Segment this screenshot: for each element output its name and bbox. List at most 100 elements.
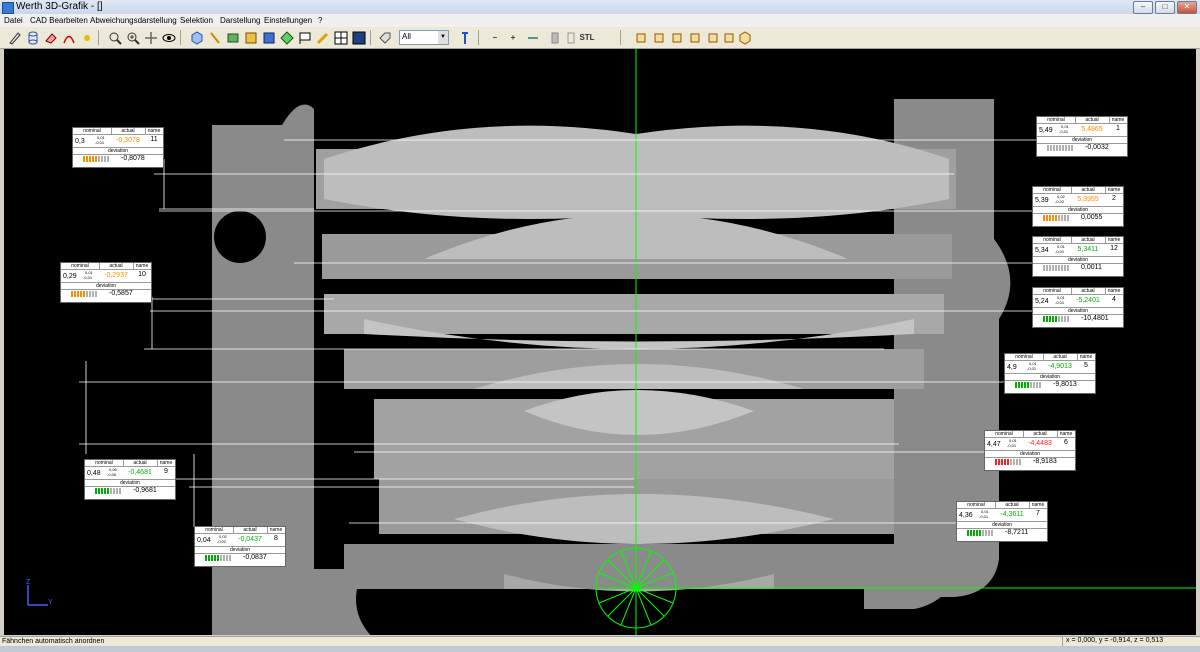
deviation-header: deviation (73, 147, 163, 155)
brush-icon[interactable] (314, 29, 332, 47)
deviation-bar-segment (973, 530, 975, 536)
annotation-flag-1[interactable]: nominal actual name 5,49 0,01 -0,01 5,4865 1 dev… (1036, 116, 1128, 157)
deviation-bar (1043, 215, 1071, 221)
view-top-icon[interactable] (650, 29, 668, 47)
eraser-icon[interactable] (42, 29, 60, 47)
cylinder-icon[interactable] (24, 29, 42, 47)
deviation-bar-segment (1064, 215, 1066, 221)
block-icon[interactable] (242, 29, 260, 47)
deviation-bar-segment (205, 555, 207, 561)
deviation-bar-segment (1043, 316, 1045, 322)
tolerance-minus: -0,01 (1007, 443, 1017, 448)
diamond-icon[interactable] (278, 29, 296, 47)
nominal-value: 0,29 (63, 273, 77, 280)
annotation-flag-11[interactable]: nominal actual name 0,3 0,01 -0,01 -0,3078 11 de… (72, 127, 164, 168)
deviation-bar-segment (1010, 459, 1012, 465)
name-value: 5 (1084, 362, 1088, 369)
tolerance-minus: -0,02 (1055, 199, 1065, 204)
menu-cad-bearbeiten[interactable]: CAD Bearbeiten (30, 16, 88, 25)
pencil-icon[interactable] (6, 29, 24, 47)
menu-help[interactable]: ? (318, 16, 322, 25)
annotation-flag-8[interactable]: nominal actual name 0,04 0,02 -0,02 -0,0437 8 de… (194, 526, 286, 567)
tolerance-minus: -0,01 (979, 514, 989, 519)
actual-value: -0,2937 (104, 272, 128, 279)
annotation-flag-4[interactable]: nominal actual name 5,24 0,01 -0,01 -5,2401 4 de… (1032, 287, 1124, 328)
nominal-value: 4,47 (987, 441, 1001, 448)
deviation-bar-segment (1067, 316, 1069, 322)
close-button[interactable]: ✕ (1177, 1, 1197, 14)
nominal-value: 5,39 (1035, 197, 1049, 204)
arc-icon[interactable] (60, 29, 78, 47)
nominal-value: 0,48 (87, 470, 101, 477)
view-back-icon[interactable] (686, 29, 704, 47)
annotation-flag-9[interactable]: nominal actual name 0,48 0,06 -0,06 -0,4681 9 de… (84, 459, 176, 500)
zoom-icon[interactable] (124, 29, 142, 47)
menu-einstellungen[interactable]: Einstellungen (264, 16, 312, 25)
image-icon[interactable] (350, 29, 368, 47)
deviation-bar-segment (217, 555, 219, 561)
cube-view-icon[interactable] (188, 29, 206, 47)
annotation-flag-5[interactable]: nominal actual name 4,9 0,01 -0,01 -4,9013 5 dev… (1004, 353, 1096, 394)
deviation-value: -10,4801 (1081, 315, 1109, 322)
menu-selektion[interactable]: Selektion (180, 16, 213, 25)
nominal-header: nominal (73, 128, 112, 135)
deviation-bar-segment (998, 459, 1000, 465)
deviation-bar-segment (1043, 215, 1045, 221)
deviation-bar-segment (982, 530, 984, 536)
tag-icon[interactable] (376, 29, 394, 47)
minus-button[interactable]: – (486, 29, 504, 47)
deviation-bar-segment (101, 488, 103, 494)
deviation-bar-segment (1046, 215, 1048, 221)
deviation-bar-segment (995, 459, 997, 465)
minimize-button[interactable]: – (1133, 1, 1153, 14)
point-icon[interactable] (78, 29, 96, 47)
deviation-bar-segment (116, 488, 118, 494)
section-icon[interactable] (260, 29, 278, 47)
measure-icon[interactable] (224, 29, 242, 47)
annotation-flag-12[interactable]: nominal actual name 5,34 0,01 -0,01 5,3411 12 de… (1032, 236, 1124, 277)
name-header: name (1057, 431, 1075, 438)
stl-button[interactable]: STL (578, 29, 596, 47)
arrows-icon[interactable] (524, 29, 542, 47)
menu-abweichungsdarstellung[interactable]: Abweichungsdarstellung (90, 16, 177, 25)
name-value: 1 (1116, 125, 1120, 132)
name-header: name (1077, 354, 1095, 361)
probe-icon[interactable] (206, 29, 224, 47)
deviation-bar-segment (1058, 265, 1060, 271)
flag-icon[interactable] (296, 29, 314, 47)
3d-viewport[interactable]: Z Y nominal actual name 0,3 0,01 -0,01 -0,3078… (4, 49, 1196, 635)
pin-icon[interactable] (456, 29, 474, 47)
actual-value: -5,2401 (1076, 297, 1100, 304)
deviation-bar-segment (1056, 145, 1058, 151)
menu-darstellung[interactable]: Darstellung (220, 16, 260, 25)
pan-icon[interactable] (142, 29, 160, 47)
eye-icon[interactable] (160, 29, 178, 47)
deviation-bar-segment (229, 555, 231, 561)
plus-button[interactable]: + (504, 29, 522, 47)
maximize-button[interactable]: □ (1155, 1, 1175, 14)
deviation-bar-segment (220, 555, 222, 561)
menu-datei[interactable]: Datei (4, 16, 23, 25)
grid-icon[interactable] (332, 29, 350, 47)
deviation-bar-segment (1007, 459, 1009, 465)
view-front-icon[interactable] (632, 29, 650, 47)
tolerance-minus: -0,06 (107, 472, 117, 477)
annotation-flag-2[interactable]: nominal actual name 5,39 0,02 -0,02 5,3955 2 dev… (1032, 186, 1124, 227)
view-side-icon[interactable] (668, 29, 686, 47)
annotation-flag-7[interactable]: nominal actual name 4,36 0,01 -0,01 -4,3611 7 de… (956, 501, 1048, 542)
deviation-bar-segment (95, 291, 97, 297)
deviation-bar-segment (113, 488, 115, 494)
filter-select[interactable]: All ▼ (399, 30, 449, 45)
annotation-flag-6[interactable]: nominal actual name 4,47 0,01 -0,01 -4,4483 6 de… (984, 430, 1076, 471)
tolerance-minus: -0,01 (95, 140, 105, 145)
actual-value: -4,3611 (1000, 511, 1024, 518)
deviation-header: deviation (1033, 307, 1123, 315)
nominal-header: nominal (195, 527, 234, 534)
deviation-value: 0,0011 (1081, 264, 1102, 271)
deviation-bar-segment (1018, 382, 1020, 388)
deviation-bar-segment (223, 555, 225, 561)
zoom-window-icon[interactable] (106, 29, 124, 47)
deviation-bar-segment (1016, 459, 1018, 465)
annotation-flag-10[interactable]: nominal actual name 0,29 0,01 -0,01 -0,2937 10 d… (60, 262, 152, 303)
view-iso-icon[interactable] (736, 29, 754, 47)
